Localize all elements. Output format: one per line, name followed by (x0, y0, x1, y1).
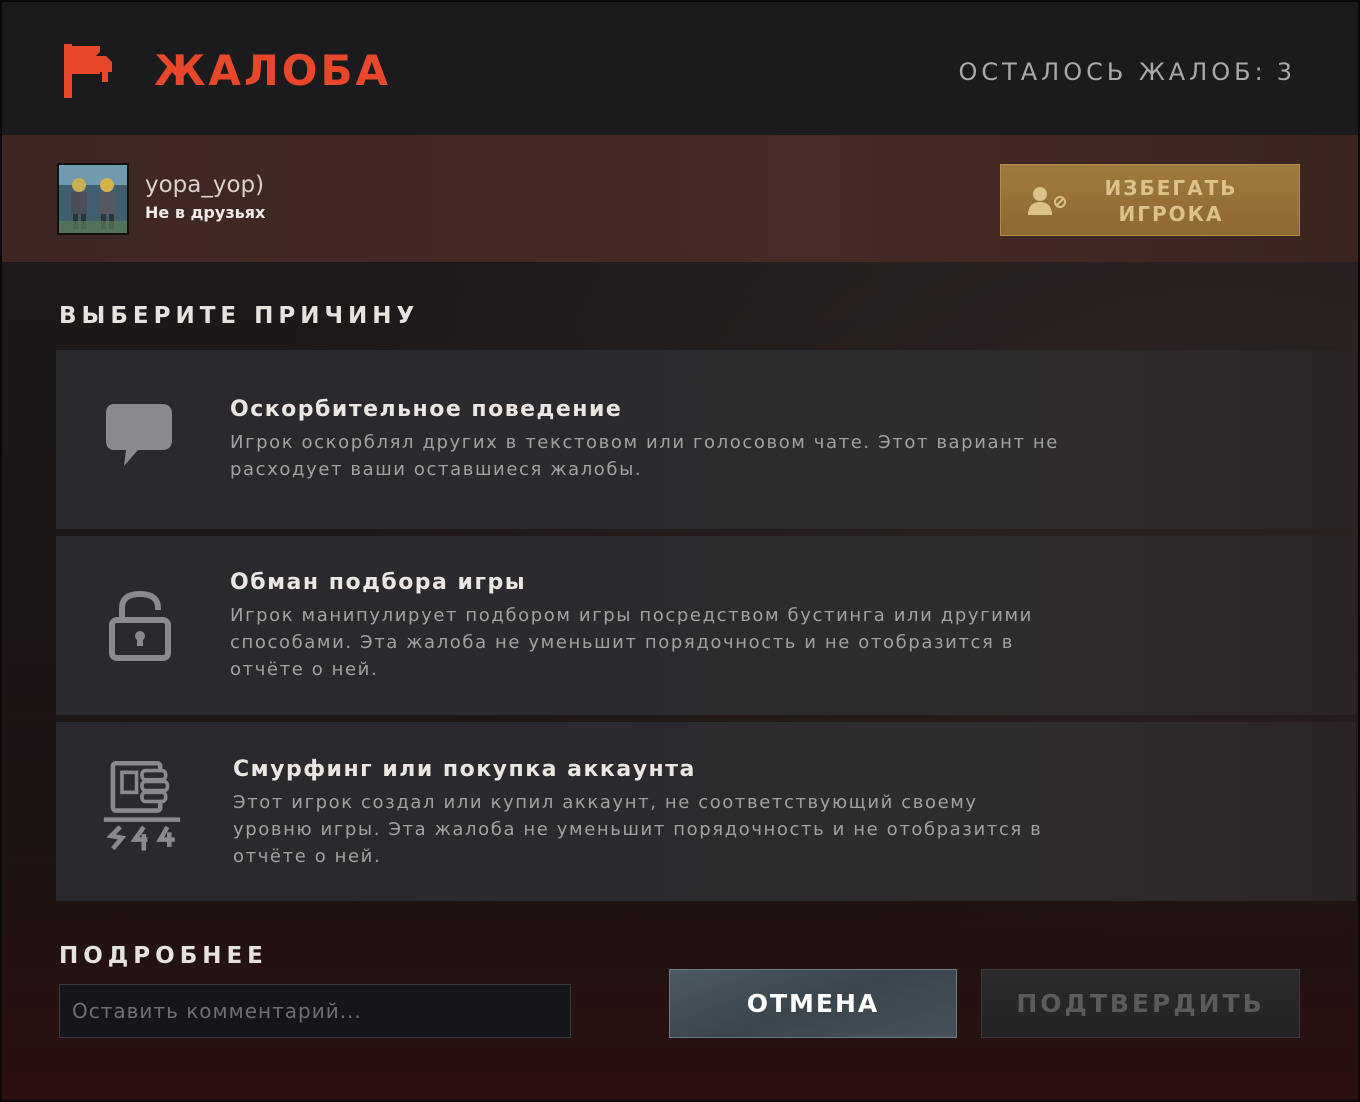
reason-title: Оскорбительное поведение (230, 397, 623, 422)
reason-title: Смурфинг или покупка аккаунта (233, 757, 696, 782)
reason-description-line: уровню игры. Эта жалоба не уменьшит поря… (233, 819, 1043, 840)
friend-status: Не в друзьях (145, 203, 266, 222)
remaining-reports-count: 3 (1276, 58, 1296, 86)
reason-description-line: способами. Эта жалоба не уменьшит порядо… (230, 632, 1014, 653)
reason-description-line: расходует ваши оставшиеся жалобы. (230, 459, 643, 480)
comment-input[interactable] (59, 984, 571, 1038)
avoid-player-label-line1: ИЗБЕГАТЬ (1104, 176, 1238, 200)
cancel-button[interactable]: ОТМЕНА (669, 969, 957, 1038)
reason-description-line: Игрок манипулирует подбором игры посредс… (230, 605, 1033, 626)
avatar (57, 163, 129, 235)
player-name: yopa_yop) (145, 172, 265, 198)
reason-description-line: Игрок оскорблял других в текстовом или г… (230, 432, 1059, 453)
chat-bubble-icon (106, 404, 172, 466)
avoid-player-label: ИЗБЕГАТЬ ИГРОКА (1081, 175, 1261, 227)
reason-option-smurfing[interactable]: Смурфинг или покупка аккаунта Этот игрок… (56, 722, 1356, 901)
details-heading: ПОДРОБНЕЕ (59, 943, 268, 969)
report-dialog: ЖАЛОБА ОСТАЛОСЬ ЖАЛОБ: 3 yopa_yop) Не в … (0, 0, 1360, 1102)
reason-description: Игрок манипулирует подбором игры посредс… (230, 602, 1110, 683)
reason-description-line: отчёте о ней. (233, 846, 382, 867)
avoid-player-button[interactable]: ИЗБЕГАТЬ ИГРОКА (1000, 164, 1300, 236)
lock-icon (109, 590, 171, 661)
reason-description: Игрок оскорблял других в текстовом или г… (230, 429, 1110, 483)
avoid-player-label-line2: ИГРОКА (1118, 202, 1224, 226)
reason-description-line: отчёте о ней. (230, 659, 379, 680)
reason-option-matchmaking[interactable]: Обман подбора игры Игрок манипулирует по… (56, 536, 1356, 715)
reason-title: Обман подбора игры (230, 570, 527, 595)
confirm-button[interactable]: ПОДТВЕРДИТЬ (981, 969, 1300, 1038)
dialog-header: ЖАЛОБА ОСТАЛОСЬ ЖАЛОБ: 3 (2, 2, 1358, 135)
reason-option-abusive[interactable]: Оскорбительное поведение Игрок оскорблял… (56, 350, 1356, 529)
reason-description: Этот игрок создал или купил аккаунт, не … (233, 789, 1113, 870)
remaining-reports: ОСТАЛОСЬ ЖАЛОБ: 3 (958, 57, 1296, 87)
remaining-reports-label: ОСТАЛОСЬ ЖАЛОБ: (958, 58, 1267, 86)
avoid-player-icon (1028, 187, 1066, 215)
reason-description-line: Этот игрок создал или купил аккаунт, не … (233, 792, 978, 813)
account-purchase-icon (103, 761, 181, 851)
report-flag-icon (64, 44, 112, 98)
dialog-title: ЖАЛОБА (154, 46, 392, 95)
choose-reason-heading: ВЫБЕРИТЕ ПРИЧИНУ (59, 303, 420, 329)
player-bar: yopa_yop) Не в друзьях ИЗБЕГАТЬ ИГРОКА (2, 135, 1358, 262)
